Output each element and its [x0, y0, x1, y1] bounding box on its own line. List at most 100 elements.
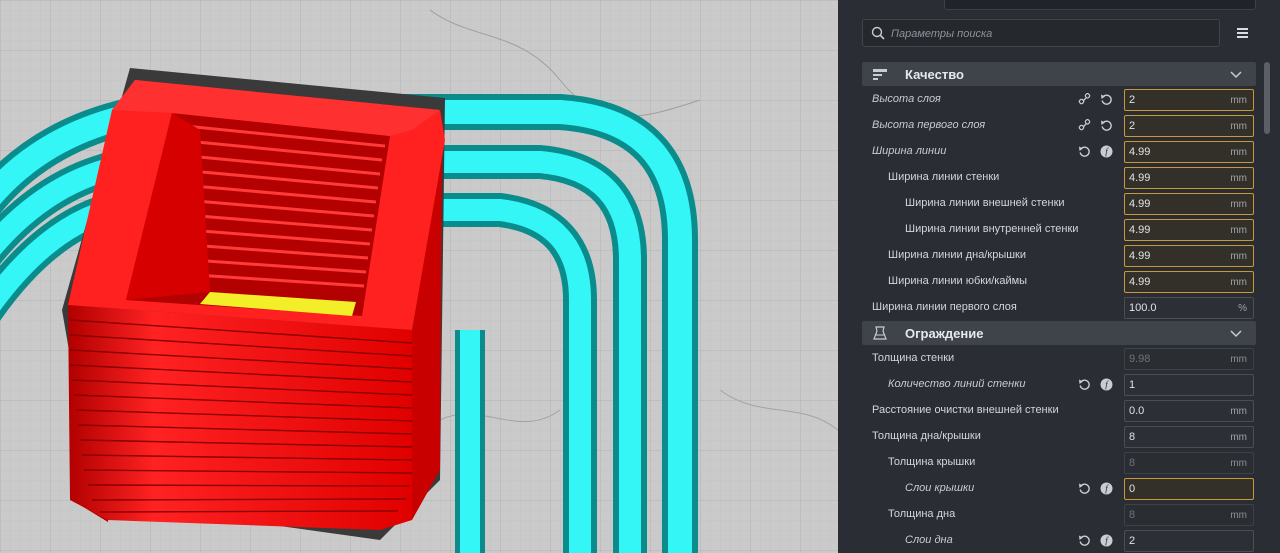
setting-label: Высота первого слоя	[872, 119, 986, 131]
setting-unit: mm	[1230, 510, 1247, 521]
setting-unit: mm	[1230, 225, 1247, 236]
function-icon[interactable]: f	[1100, 145, 1113, 158]
setting-label: Толщина крышки	[888, 456, 976, 468]
setting-value-field[interactable]: 2 mm	[1124, 115, 1254, 137]
reset-icon[interactable]	[1100, 119, 1113, 132]
section-walls-title: Ограждение	[905, 326, 984, 341]
setting-row: Количество линий стенки f 1	[838, 372, 1258, 398]
setting-row: Слои крышки f 0	[838, 476, 1258, 502]
link-icon[interactable]	[1078, 118, 1091, 132]
setting-value-field[interactable]: 4.99 mm	[1124, 193, 1254, 215]
3d-viewport[interactable]	[0, 0, 838, 553]
setting-unit: mm	[1230, 173, 1247, 184]
setting-value-field[interactable]: 4.99 mm	[1124, 245, 1254, 267]
setting-unit: mm	[1230, 147, 1247, 158]
setting-value: 2	[1129, 535, 1136, 547]
setting-value-field: 8 mm	[1124, 452, 1254, 474]
panel-scrollbar[interactable]	[1264, 62, 1270, 134]
setting-row: Толщина стенки 9.98 mm	[838, 346, 1258, 372]
setting-label: Толщина стенки	[872, 352, 955, 364]
setting-label: Толщина дна	[888, 508, 956, 520]
setting-label: Слои дна	[905, 534, 953, 546]
setting-value: 100.0	[1129, 302, 1157, 314]
setting-row: Высота первого слоя 2 mm	[838, 113, 1258, 139]
setting-value-field[interactable]: 0.0 mm	[1124, 400, 1254, 422]
setting-row: Слои дна f 2	[838, 528, 1258, 553]
setting-value: 0	[1129, 483, 1136, 495]
setting-value: 8	[1129, 457, 1136, 469]
quality-icon	[873, 69, 887, 80]
setting-value: 9.98	[1129, 353, 1151, 365]
function-icon[interactable]: f	[1100, 378, 1113, 391]
setting-value: 4.99	[1129, 146, 1151, 158]
search-input[interactable]	[889, 24, 1213, 44]
setting-value: 2	[1129, 94, 1136, 106]
setting-value-field[interactable]: 0	[1124, 478, 1254, 500]
reset-icon[interactable]	[1078, 378, 1091, 391]
setting-label: Ширина линии	[872, 145, 947, 157]
setting-value-field: 8 mm	[1124, 504, 1254, 526]
walls-icon	[873, 326, 887, 340]
setting-row: Толщина дна/крышки 8 mm	[838, 424, 1258, 450]
setting-value-field[interactable]: 4.99 mm	[1124, 271, 1254, 293]
chevron-down-icon[interactable]	[1230, 68, 1242, 80]
search-icon	[871, 26, 885, 40]
setting-label: Толщина дна/крышки	[872, 430, 981, 442]
setting-value: 4.99	[1129, 198, 1151, 210]
setting-unit: mm	[1230, 199, 1247, 210]
print-settings-panel: Качество Ограждение Высота слоя2mmВысота…	[838, 0, 1280, 553]
function-icon[interactable]: f	[1100, 534, 1113, 547]
layer-view-render	[0, 0, 838, 553]
setting-label: Ширина линии внешней стенки	[905, 197, 1065, 209]
setting-value-field[interactable]: 4.99 mm	[1124, 141, 1254, 163]
setting-value-field[interactable]: 2 mm	[1124, 89, 1254, 111]
link-icon[interactable]	[1078, 92, 1091, 106]
setting-value: 8	[1129, 509, 1136, 521]
settings-search-box[interactable]	[862, 19, 1220, 47]
setting-label: Ширина линии дна/крышки	[888, 249, 1027, 261]
model-red-box[interactable]	[68, 80, 445, 530]
setting-value-field[interactable]: 2	[1124, 530, 1254, 552]
reset-icon[interactable]	[1100, 93, 1113, 106]
setting-label: Количество линий стенки	[888, 378, 1026, 390]
setting-row: Ширина линии внутренней стенки 4.99 mm	[838, 217, 1258, 243]
reset-icon[interactable]	[1078, 145, 1091, 158]
reset-icon[interactable]	[1078, 534, 1091, 547]
setting-unit: mm	[1230, 121, 1247, 132]
setting-row: Ширина линии юбки/каймы 4.99 mm	[838, 269, 1258, 295]
settings-menu-button[interactable]	[1234, 23, 1252, 41]
setting-value: 8	[1129, 431, 1136, 443]
section-walls[interactable]: Ограждение	[862, 321, 1256, 345]
setting-value: 4.99	[1129, 276, 1151, 288]
function-icon[interactable]: f	[1100, 482, 1113, 495]
setting-label: Слои крышки	[905, 482, 975, 494]
reset-icon[interactable]	[1078, 482, 1091, 495]
profile-dropdown[interactable]	[944, 0, 1256, 10]
section-quality[interactable]: Качество	[862, 62, 1256, 86]
section-quality-title: Качество	[905, 67, 964, 82]
setting-unit: mm	[1230, 432, 1247, 443]
setting-value-field[interactable]: 4.99 mm	[1124, 219, 1254, 241]
profile-bar	[838, 0, 1280, 12]
setting-unit: mm	[1230, 406, 1247, 417]
chevron-down-icon[interactable]	[1230, 327, 1242, 339]
setting-value-field[interactable]: 1	[1124, 374, 1254, 396]
setting-unit: mm	[1230, 95, 1247, 106]
setting-label: Ширина линии первого слоя	[872, 301, 1017, 313]
setting-value: 1	[1129, 379, 1136, 391]
setting-row: Расстояние очистки внешней стенки 0.0 mm	[838, 398, 1258, 424]
setting-unit: mm	[1230, 354, 1247, 365]
setting-unit: mm	[1230, 458, 1247, 469]
setting-value-field[interactable]: 4.99 mm	[1124, 167, 1254, 189]
setting-label: Ширина линии юбки/каймы	[888, 275, 1028, 287]
setting-row: Ширина линии первого слоя 100.0%	[838, 295, 1258, 321]
setting-value-field[interactable]: 8 mm	[1124, 426, 1254, 448]
setting-row: Высота слоя 2 mm	[838, 87, 1258, 113]
setting-value-field[interactable]: 100.0%	[1124, 297, 1254, 319]
setting-unit: mm	[1230, 277, 1247, 288]
setting-label: Ширина линии внутренней стенки	[905, 223, 1079, 235]
setting-label: Расстояние очистки внешней стенки	[872, 404, 1059, 416]
setting-value: 2	[1129, 120, 1136, 132]
setting-value: 4.99	[1129, 224, 1151, 236]
setting-row: Ширина линии стенки 4.99 mm	[838, 165, 1258, 191]
